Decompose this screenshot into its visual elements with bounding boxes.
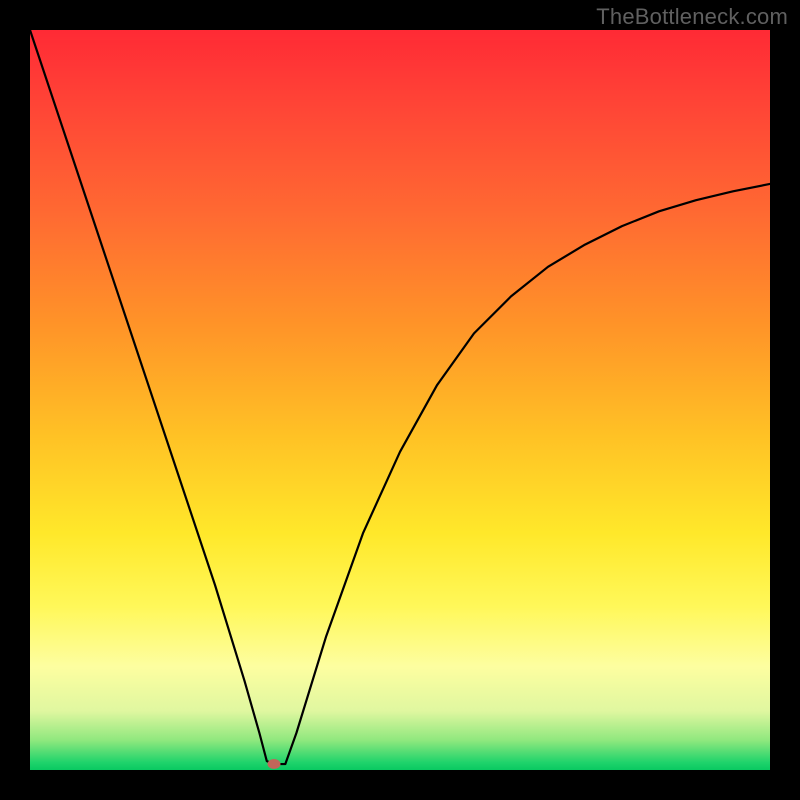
bottleneck-curve bbox=[30, 30, 770, 770]
chart-frame: TheBottleneck.com bbox=[0, 0, 800, 800]
plot-area bbox=[30, 30, 770, 770]
watermark-text: TheBottleneck.com bbox=[596, 4, 788, 30]
optimum-marker-icon bbox=[268, 759, 281, 769]
